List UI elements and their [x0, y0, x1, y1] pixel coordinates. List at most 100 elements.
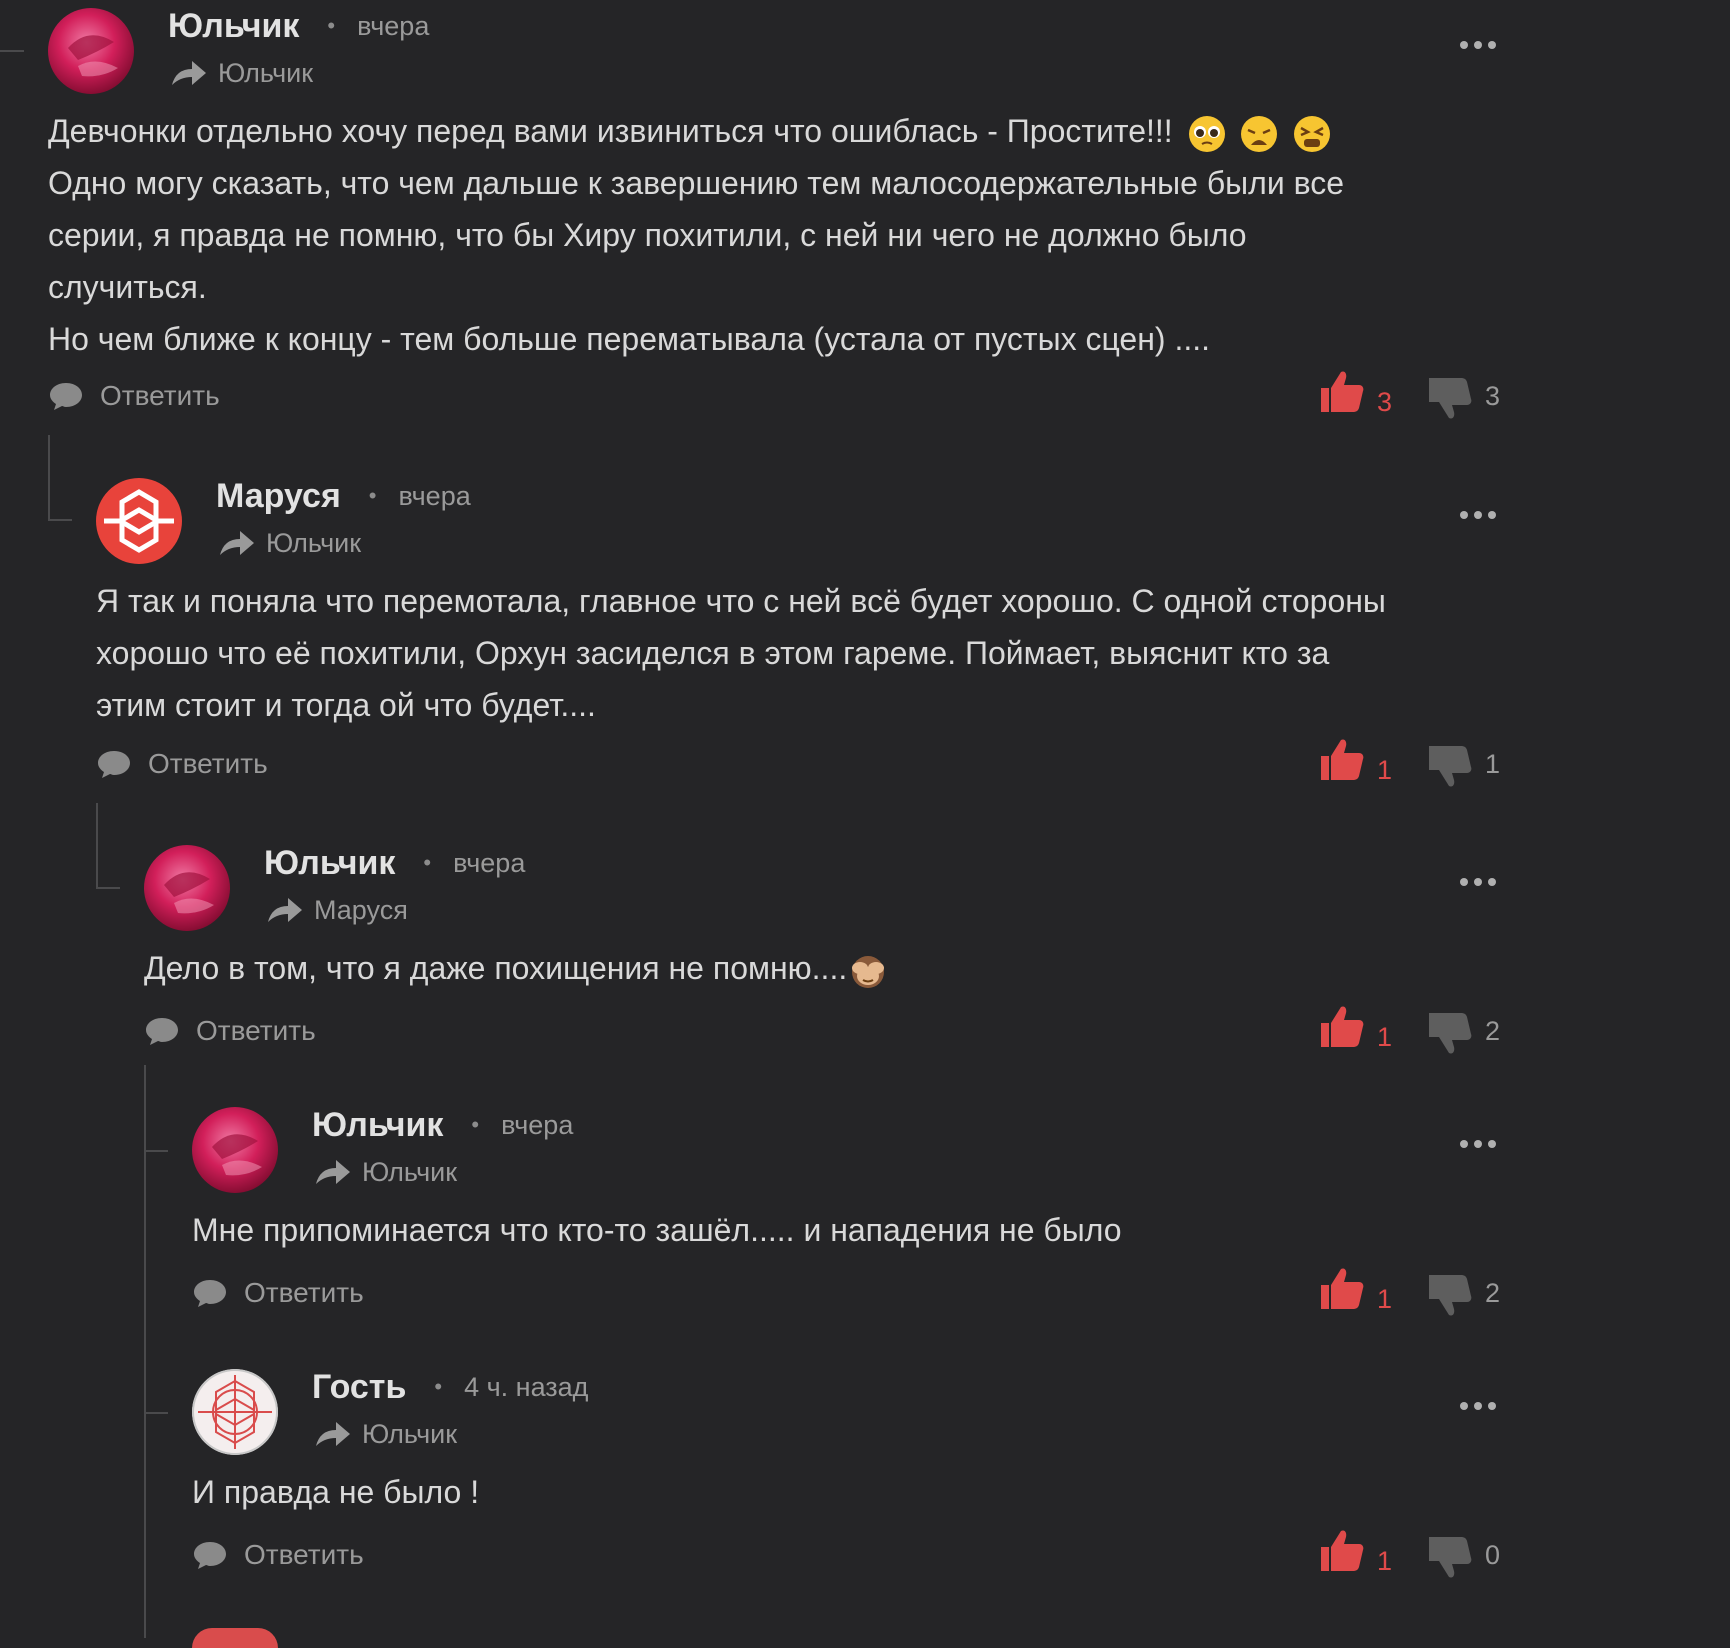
author-name[interactable]: Гость [312, 1368, 406, 1407]
reply-to: Юльчик [168, 54, 313, 92]
thread-line [96, 803, 98, 888]
author-name[interactable]: Маруся [216, 477, 341, 516]
comment: Юльчик • вчера Юльчик Мне припоминается чт… [192, 1099, 1500, 1319]
reply-button[interactable]: Ответить [192, 1533, 364, 1577]
like-count: 1 [1376, 1284, 1392, 1314]
thumbs-down-icon [1428, 1013, 1472, 1054]
like-button[interactable]: 1 [1319, 1527, 1392, 1576]
dislike-count: 2 [1484, 1278, 1500, 1308]
more-options-button[interactable] [1456, 867, 1500, 897]
reply-to: Юльчик [312, 1415, 457, 1453]
reply-to-name[interactable]: Маруся [314, 895, 408, 926]
comment-actions: Ответить 1 2 [144, 1006, 1500, 1055]
dislike-button[interactable]: 2 [1427, 1009, 1500, 1055]
thumbs-down-icon [1428, 746, 1472, 787]
more-dots-icon [1460, 511, 1496, 519]
thumbs-up-icon [1320, 371, 1364, 412]
user-avatar[interactable] [48, 8, 134, 94]
thumbs-down-icon [1428, 1537, 1472, 1578]
reply-to-name[interactable]: Юльчик [218, 58, 313, 89]
reply-button[interactable]: Ответить [48, 374, 220, 418]
user-avatar[interactable] [192, 1369, 278, 1455]
comment-text: Дело в том, что я даже похищения не помн… [144, 942, 887, 994]
reply-to-name[interactable]: Юльчик [362, 1157, 457, 1188]
reply-arrow-icon [316, 1422, 350, 1446]
timestamp: 4 ч. назад [464, 1371, 589, 1402]
reply-to: Маруся [264, 891, 408, 929]
timestamp: вчера [357, 10, 430, 41]
comment: Юльчик • вчера Маруся Дело в том, что я да… [144, 837, 1500, 1057]
more-dots-icon [1460, 41, 1496, 49]
more-options-button[interactable] [1456, 500, 1500, 530]
thumbs-up-icon [1320, 1268, 1364, 1309]
thumbs-up-icon [1320, 739, 1364, 780]
reply-to-name[interactable]: Юльчик [362, 1419, 457, 1450]
timestamp: вчера [501, 1109, 574, 1140]
like-button[interactable]: 1 [1319, 1265, 1392, 1314]
comment-text: И правда не было ! [192, 1474, 480, 1510]
comment: Гость • 4 ч. назад Юльчик И правда не было… [192, 1361, 1500, 1581]
comment: Юльчик • вчера Юльчик Девчонки отдельно хо… [48, 0, 1500, 440]
user-avatar[interactable] [144, 845, 230, 931]
next-comment-avatar[interactable] [192, 1628, 278, 1648]
author-name[interactable]: Юльчик [168, 7, 299, 46]
dislike-button[interactable]: 1 [1427, 742, 1500, 788]
like-count: 1 [1376, 755, 1392, 785]
speech-bubble-icon [146, 1018, 178, 1045]
thread-line [48, 435, 50, 520]
author-name[interactable]: Юльчик [264, 844, 395, 883]
more-dots-icon [1460, 878, 1496, 886]
speech-bubble-icon [98, 751, 130, 778]
more-options-button[interactable] [1456, 30, 1500, 60]
comment-actions: Ответить 3 3 [48, 371, 1500, 420]
dislike-count: 3 [1484, 381, 1500, 411]
reply-to: Юльчик [312, 1153, 457, 1191]
speech-bubble-icon [194, 1280, 226, 1307]
comment: Маруся • вчера Юльчик Я так и поняла что п… [96, 470, 1500, 790]
dislike-count: 1 [1484, 749, 1500, 779]
thread-line [144, 1150, 168, 1152]
thread-line [48, 519, 72, 521]
dislike-count: 2 [1484, 1016, 1500, 1046]
like-button[interactable]: 1 [1319, 736, 1392, 785]
timestamp: вчера [398, 480, 471, 511]
comment-actions: Ответить 1 0 [192, 1530, 1500, 1579]
user-avatar[interactable] [192, 1107, 278, 1193]
reply-arrow-icon [172, 61, 206, 85]
thumbs-up-icon [1320, 1006, 1364, 1047]
reply-to: Юльчик [216, 524, 361, 562]
thread-line [96, 887, 120, 889]
reply-button[interactable]: Ответить [144, 1009, 316, 1053]
dislike-button[interactable]: 2 [1427, 1271, 1500, 1317]
author-name[interactable]: Юльчик [312, 1106, 443, 1145]
timestamp: вчера [453, 847, 526, 878]
reply-to-name[interactable]: Юльчик [266, 528, 361, 559]
dislike-count: 0 [1484, 1540, 1500, 1570]
reply-button[interactable]: Ответить [96, 742, 268, 786]
like-count: 1 [1376, 1546, 1392, 1576]
thumbs-up-icon [1320, 1530, 1364, 1571]
see-no-evil-monkey-emoji [852, 955, 885, 988]
comment-actions: Ответить 1 1 [96, 739, 1500, 788]
speech-bubble-icon [194, 1542, 226, 1569]
more-options-button[interactable] [1456, 1129, 1500, 1159]
dislike-button[interactable]: 0 [1427, 1533, 1500, 1579]
like-button[interactable]: 3 [1319, 368, 1392, 417]
thread-line [144, 1412, 168, 1414]
more-dots-icon [1460, 1402, 1496, 1410]
dislike-button[interactable]: 3 [1427, 374, 1500, 420]
weary-face-emoji [1241, 115, 1278, 152]
speech-bubble-icon [50, 383, 82, 410]
tired-face-emoji [1294, 115, 1331, 152]
more-options-button[interactable] [1456, 1391, 1500, 1421]
pleading-face-emoji [1188, 115, 1225, 152]
like-button[interactable]: 1 [1319, 1003, 1392, 1052]
user-avatar[interactable] [96, 478, 182, 564]
more-dots-icon [1460, 1140, 1496, 1148]
thumbs-down-icon [1428, 378, 1472, 419]
reply-button[interactable]: Ответить [192, 1271, 364, 1315]
comment-text: Я так и поняла что перемотала, главное ч… [96, 583, 1386, 723]
comment-actions: Ответить 1 2 [192, 1268, 1500, 1317]
like-count: 3 [1376, 387, 1392, 417]
reply-arrow-icon [268, 898, 302, 922]
